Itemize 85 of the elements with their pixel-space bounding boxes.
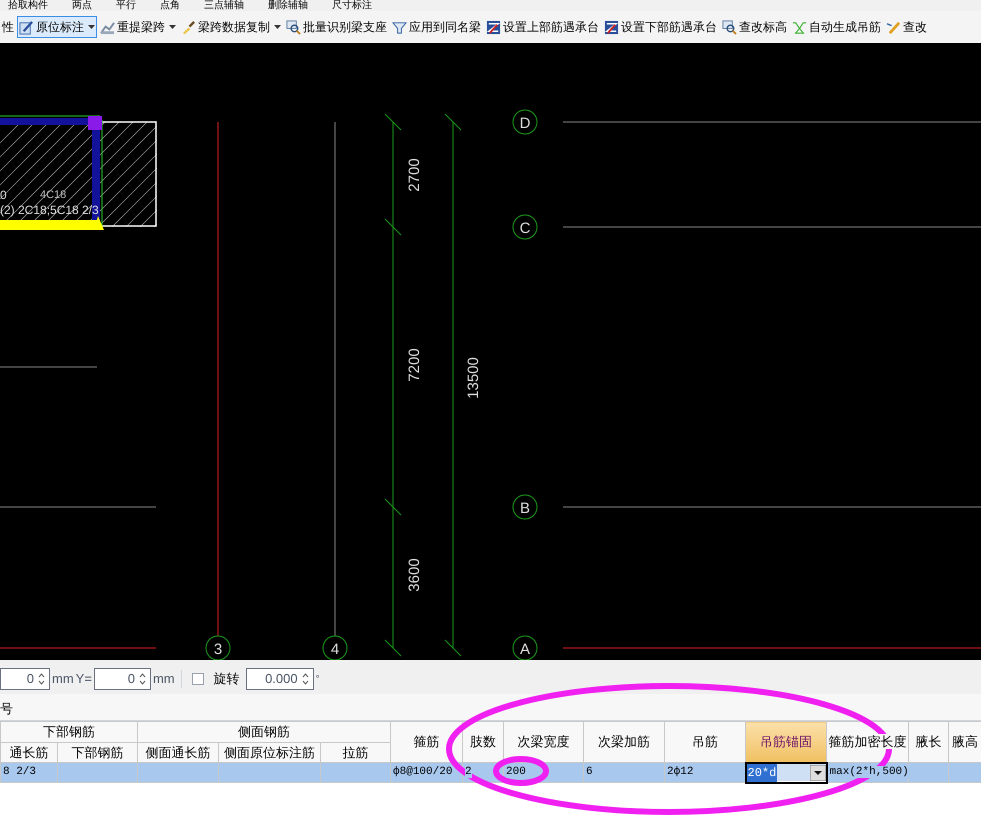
group-header: 侧面钢筋 [238,724,290,739]
spinner-icon [138,672,146,686]
column-header[interactable]: 拉筋 [320,742,391,762]
toolbar-button[interactable]: 自动生成吊筋 [790,16,883,38]
toolbar-button[interactable]: 批量识别梁支座 [284,16,389,38]
toolbar-item[interactable]: 拾取构件 [8,1,48,11]
axis-bubble [512,214,538,240]
magnifier-icon [286,20,301,34]
axis-label: C [520,220,530,237]
pencil-icon [19,20,34,34]
ruler-icon [100,20,115,34]
pencil-icon [886,20,901,34]
axis-bubble [512,110,538,134]
axis-bubble [206,636,230,660]
funnel-icon [392,20,407,34]
y-field[interactable]: 0 [94,668,151,690]
caret-icon [274,24,281,30]
axis-label: A [520,641,530,658]
toolbar-button[interactable]: 设置下部筋遇承台 [602,16,719,38]
unit-label: mm [152,670,175,688]
dimension-text: 13500 [465,357,482,399]
column-header[interactable]: 次梁宽度 [504,722,584,762]
spinner-icon [38,672,45,686]
toolbar-button[interactable]: 梁跨数据复制 [179,16,283,38]
toolbar-item[interactable]: 平行 [116,1,136,11]
table-cell: 200 [506,766,526,778]
rebar-icon [604,20,619,34]
toolbar-button[interactable]: 原位标注 [17,16,97,38]
spinner-icon [302,672,309,686]
column-header[interactable]: 腋长 [908,722,949,762]
table-cell: max(2*h,500) [830,766,909,778]
caret-icon [169,24,176,30]
dropdown-field[interactable]: 20*d [746,764,826,781]
magnifier-icon [722,20,737,34]
toolbar-item[interactable]: 点角 [160,1,180,11]
toolbar-button[interactable]: 查改标高 [720,16,789,38]
table-cell: 8 2/3 [3,766,36,778]
column-header[interactable]: 次梁加筋 [584,722,665,762]
caret-icon[interactable] [810,764,826,780]
column-header[interactable]: 通长筋 [0,742,58,762]
panel-title: 号 [0,700,13,718]
brush-icon [181,20,196,34]
axis-label: B [520,500,530,517]
column-header[interactable]: 吊筋 [664,722,746,762]
toolbar-button[interactable]: 查改 [884,16,929,38]
axis-label: 4 [330,641,340,658]
rotate-field[interactable]: 0.000 [246,668,314,690]
table-row[interactable]: 8 2/3 ф8@100/20 2 200 6 2ф12 20*d max(2*h,500) [0,762,981,782]
dimension-text: 3600 [406,558,423,592]
x-field[interactable]: 0 [0,668,50,690]
toolbar-button[interactable]: 重提梁跨 [98,16,178,38]
unit-label: mm [52,670,74,688]
toolbar-item[interactable]: 删除辅轴 [268,1,308,11]
column-header[interactable]: 吊筋锚固 [746,722,827,762]
column-header[interactable]: 箍筋 [390,722,463,762]
table-cell: 6 [586,766,593,778]
y-label: Y= [76,670,92,688]
table-cell: 2 [465,766,472,778]
toolbar-button[interactable]: 设置上部筋遇承台 [484,16,601,38]
axis-bubble [512,494,538,520]
caret-icon [88,24,95,30]
rebar-icon [486,20,501,34]
column-header[interactable]: 肢数 [462,722,504,762]
toolbar-button[interactable]: 性 [0,16,16,38]
rotate-checkbox[interactable] [192,673,204,685]
axis-bubble [322,636,348,660]
axis-bubble [512,636,538,660]
column-header[interactable]: 腋高 [948,722,981,762]
column-header[interactable]: 下部钢筋 [58,742,138,762]
rotate-label: 旋转 [214,670,240,688]
toolbar-item[interactable]: 三点辅轴 [204,1,244,11]
table-cell: ф8@100/20 [393,766,452,778]
axis-label: 3 [214,641,222,658]
degree-label: ° [316,672,320,686]
group-header: 下部钢筋 [43,724,95,739]
column-header[interactable]: 侧面通长筋 [138,742,218,762]
dimension-text: 7200 [406,348,423,382]
dimension-text: 2700 [406,158,423,192]
hanger-icon [792,20,807,34]
column-header[interactable]: 侧面原位标注筋 [218,742,320,762]
table-cell: 2ф12 [667,766,694,778]
axis-label: D [520,115,530,132]
toolbar-button[interactable]: 应用到同名梁 [390,16,483,38]
column-header[interactable]: 箍筋加密长度 [826,722,909,762]
toolbar-item[interactable]: 两点 [72,1,92,11]
